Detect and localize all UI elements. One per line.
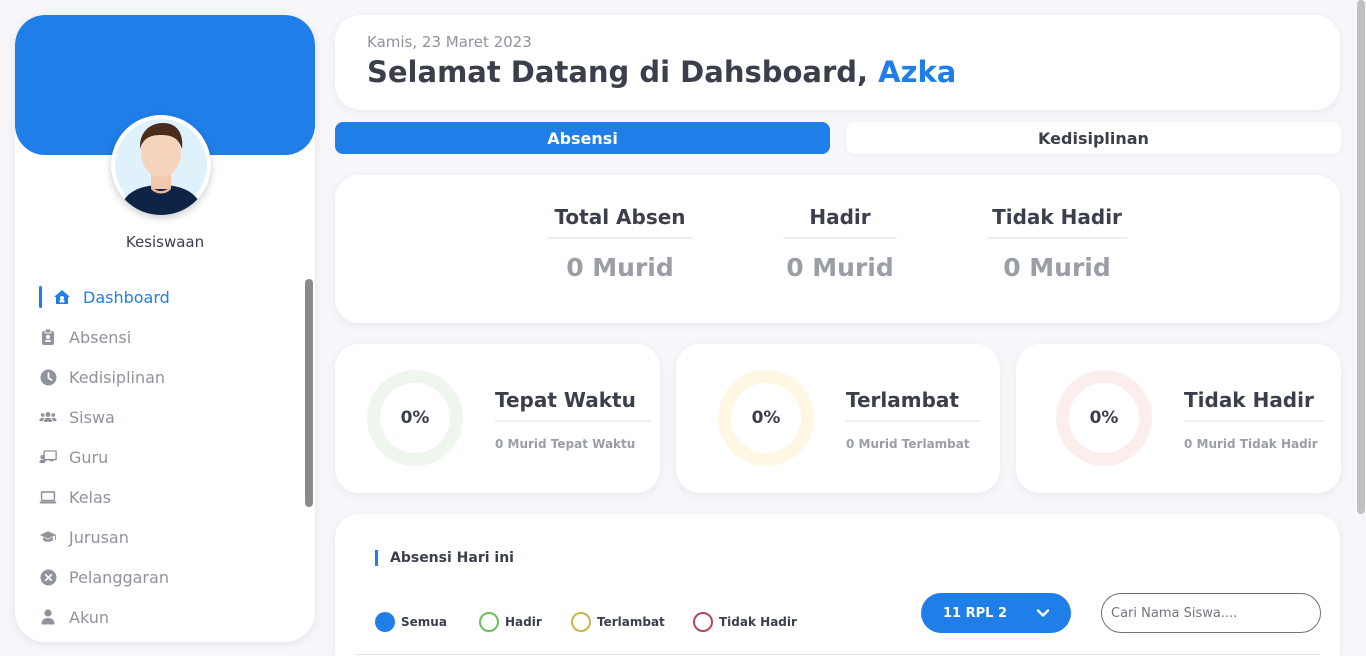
- tab-kedisiplinan[interactable]: Kedisiplinan: [846, 122, 1341, 154]
- sidebar-item-label: Dashboard: [83, 287, 170, 307]
- filter-hadir[interactable]: Hadir: [479, 612, 542, 632]
- donut-subtitle: 0 Murid Tepat Waktu: [495, 437, 636, 451]
- tab-absensi[interactable]: Absensi: [335, 122, 830, 154]
- radio-icon: [693, 612, 713, 632]
- sidebar-scrollbar-thumb[interactable]: [305, 279, 313, 507]
- sidebar-item-label: Kelas: [69, 487, 112, 507]
- graduation-cap-icon: [39, 528, 57, 546]
- sidebar-item-jurusan[interactable]: Jurusan: [39, 517, 299, 557]
- class-select-value: 11 RPL 2: [943, 605, 1008, 621]
- card-tepat-waktu: 0% Tepat Waktu 0 Murid Tepat Waktu: [335, 344, 660, 493]
- x-circle-icon: [39, 568, 57, 586]
- table-divider: [355, 654, 1320, 655]
- sidebar-item-siswa[interactable]: Siswa: [39, 397, 299, 437]
- class-select[interactable]: 11 RPL 2: [921, 593, 1071, 633]
- stat-value: 0 Murid: [786, 253, 894, 282]
- filter-label: Terlambat: [597, 615, 665, 629]
- username: Azka: [878, 55, 957, 89]
- stat-title: Hadir: [783, 205, 897, 239]
- current-date: Kamis, 23 Maret 2023: [367, 33, 532, 51]
- donut-title: Terlambat: [846, 388, 980, 422]
- filter-semua[interactable]: Semua: [375, 612, 447, 632]
- filter-label: Hadir: [505, 615, 542, 629]
- stat-value: 0 Murid: [1003, 253, 1111, 282]
- stat-title: Tidak Hadir: [987, 205, 1127, 239]
- sidebar-item-label: Kedisiplinan: [69, 367, 166, 387]
- donut-chart: 0%: [367, 370, 463, 466]
- donut-chart: 0%: [718, 370, 814, 466]
- sidebar-item-label: Absensi: [69, 327, 132, 347]
- clipboard-icon: [39, 328, 57, 346]
- filter-label: Semua: [401, 615, 447, 629]
- sidebar-item-dashboard[interactable]: Dashboard: [39, 277, 299, 317]
- filter-terlambat[interactable]: Terlambat: [571, 612, 665, 632]
- sidebar-item-kelas[interactable]: Kelas: [39, 477, 299, 517]
- card-tidak-hadir: 0% Tidak Hadir 0 Murid Tidak Hadir: [1016, 344, 1341, 493]
- donut-percent: 0%: [380, 383, 450, 453]
- laptop-icon: [39, 488, 57, 506]
- home-icon: [53, 288, 71, 306]
- sidebar-item-kedisiplinan[interactable]: Kedisiplinan: [39, 357, 299, 397]
- users-icon: [39, 408, 57, 426]
- sidebar-item-absensi[interactable]: Absensi: [39, 317, 299, 357]
- teacher-icon: [39, 448, 57, 466]
- sidebar-item-pelanggaran[interactable]: Pelanggaran: [39, 557, 299, 597]
- sidebar-item-label: Guru: [69, 447, 109, 467]
- sidebar-item-akun[interactable]: Akun: [39, 597, 299, 637]
- filter-tidak-hadir[interactable]: Tidak Hadir: [693, 612, 797, 632]
- sidebar: Kesiswaan Dashboard Absensi Kedisiplinan…: [15, 15, 315, 642]
- sidebar-item-label: Pelanggaran: [69, 567, 169, 587]
- radio-icon: [479, 612, 499, 632]
- profile-name: Kesiswaan: [125, 233, 205, 251]
- user-icon: [39, 608, 57, 626]
- stat-tidak-hadir: Tidak Hadir 0 Murid: [987, 205, 1127, 282]
- sidebar-item-label: Akun: [69, 607, 109, 627]
- welcome-header: Kamis, 23 Maret 2023 Selamat Datang di D…: [335, 15, 1340, 110]
- clock-icon: [39, 368, 57, 386]
- search-input[interactable]: [1101, 593, 1321, 633]
- user-avatar-icon: [111, 115, 211, 215]
- donut-title: Tepat Waktu: [495, 388, 651, 422]
- welcome-text: Selamat Datang di Dahsboard,: [367, 55, 869, 89]
- donut-subtitle: 0 Murid Terlambat: [846, 437, 970, 451]
- sidebar-item-label: Siswa: [69, 407, 115, 427]
- sidebar-item-label: Jurusan: [69, 527, 129, 547]
- sidebar-item-guru[interactable]: Guru: [39, 437, 299, 477]
- stat-total-absen: Total Absen 0 Murid: [547, 205, 693, 282]
- page-scrollbar-thumb[interactable]: [1357, 0, 1365, 514]
- stat-value: 0 Murid: [566, 253, 674, 282]
- stat-hadir: Hadir 0 Murid: [783, 205, 897, 282]
- sidebar-menu: Dashboard Absensi Kedisiplinan Siswa Gur…: [39, 277, 299, 637]
- donut-chart: 0%: [1056, 370, 1152, 466]
- donut-title: Tidak Hadir: [1184, 388, 1324, 422]
- radio-filled-icon: [375, 612, 395, 632]
- donut-subtitle: 0 Murid Tidak Hadir: [1184, 437, 1318, 451]
- attendance-today-card: Absensi Hari ini Semua Hadir Terlambat T…: [335, 514, 1340, 656]
- chevron-down-icon: [1035, 605, 1051, 625]
- page-title: Selamat Datang di Dahsboard, Azka: [367, 55, 956, 89]
- section-title: Absensi Hari ini: [375, 550, 514, 566]
- donut-percent: 0%: [1069, 383, 1139, 453]
- donut-percent: 0%: [731, 383, 801, 453]
- card-terlambat: 0% Terlambat 0 Murid Terlambat: [676, 344, 1000, 493]
- stat-title: Total Absen: [547, 205, 693, 239]
- filter-label: Tidak Hadir: [719, 615, 797, 629]
- radio-icon: [571, 612, 591, 632]
- attendance-summary-card: Total Absen 0 Murid Hadir 0 Murid Tidak …: [335, 175, 1340, 323]
